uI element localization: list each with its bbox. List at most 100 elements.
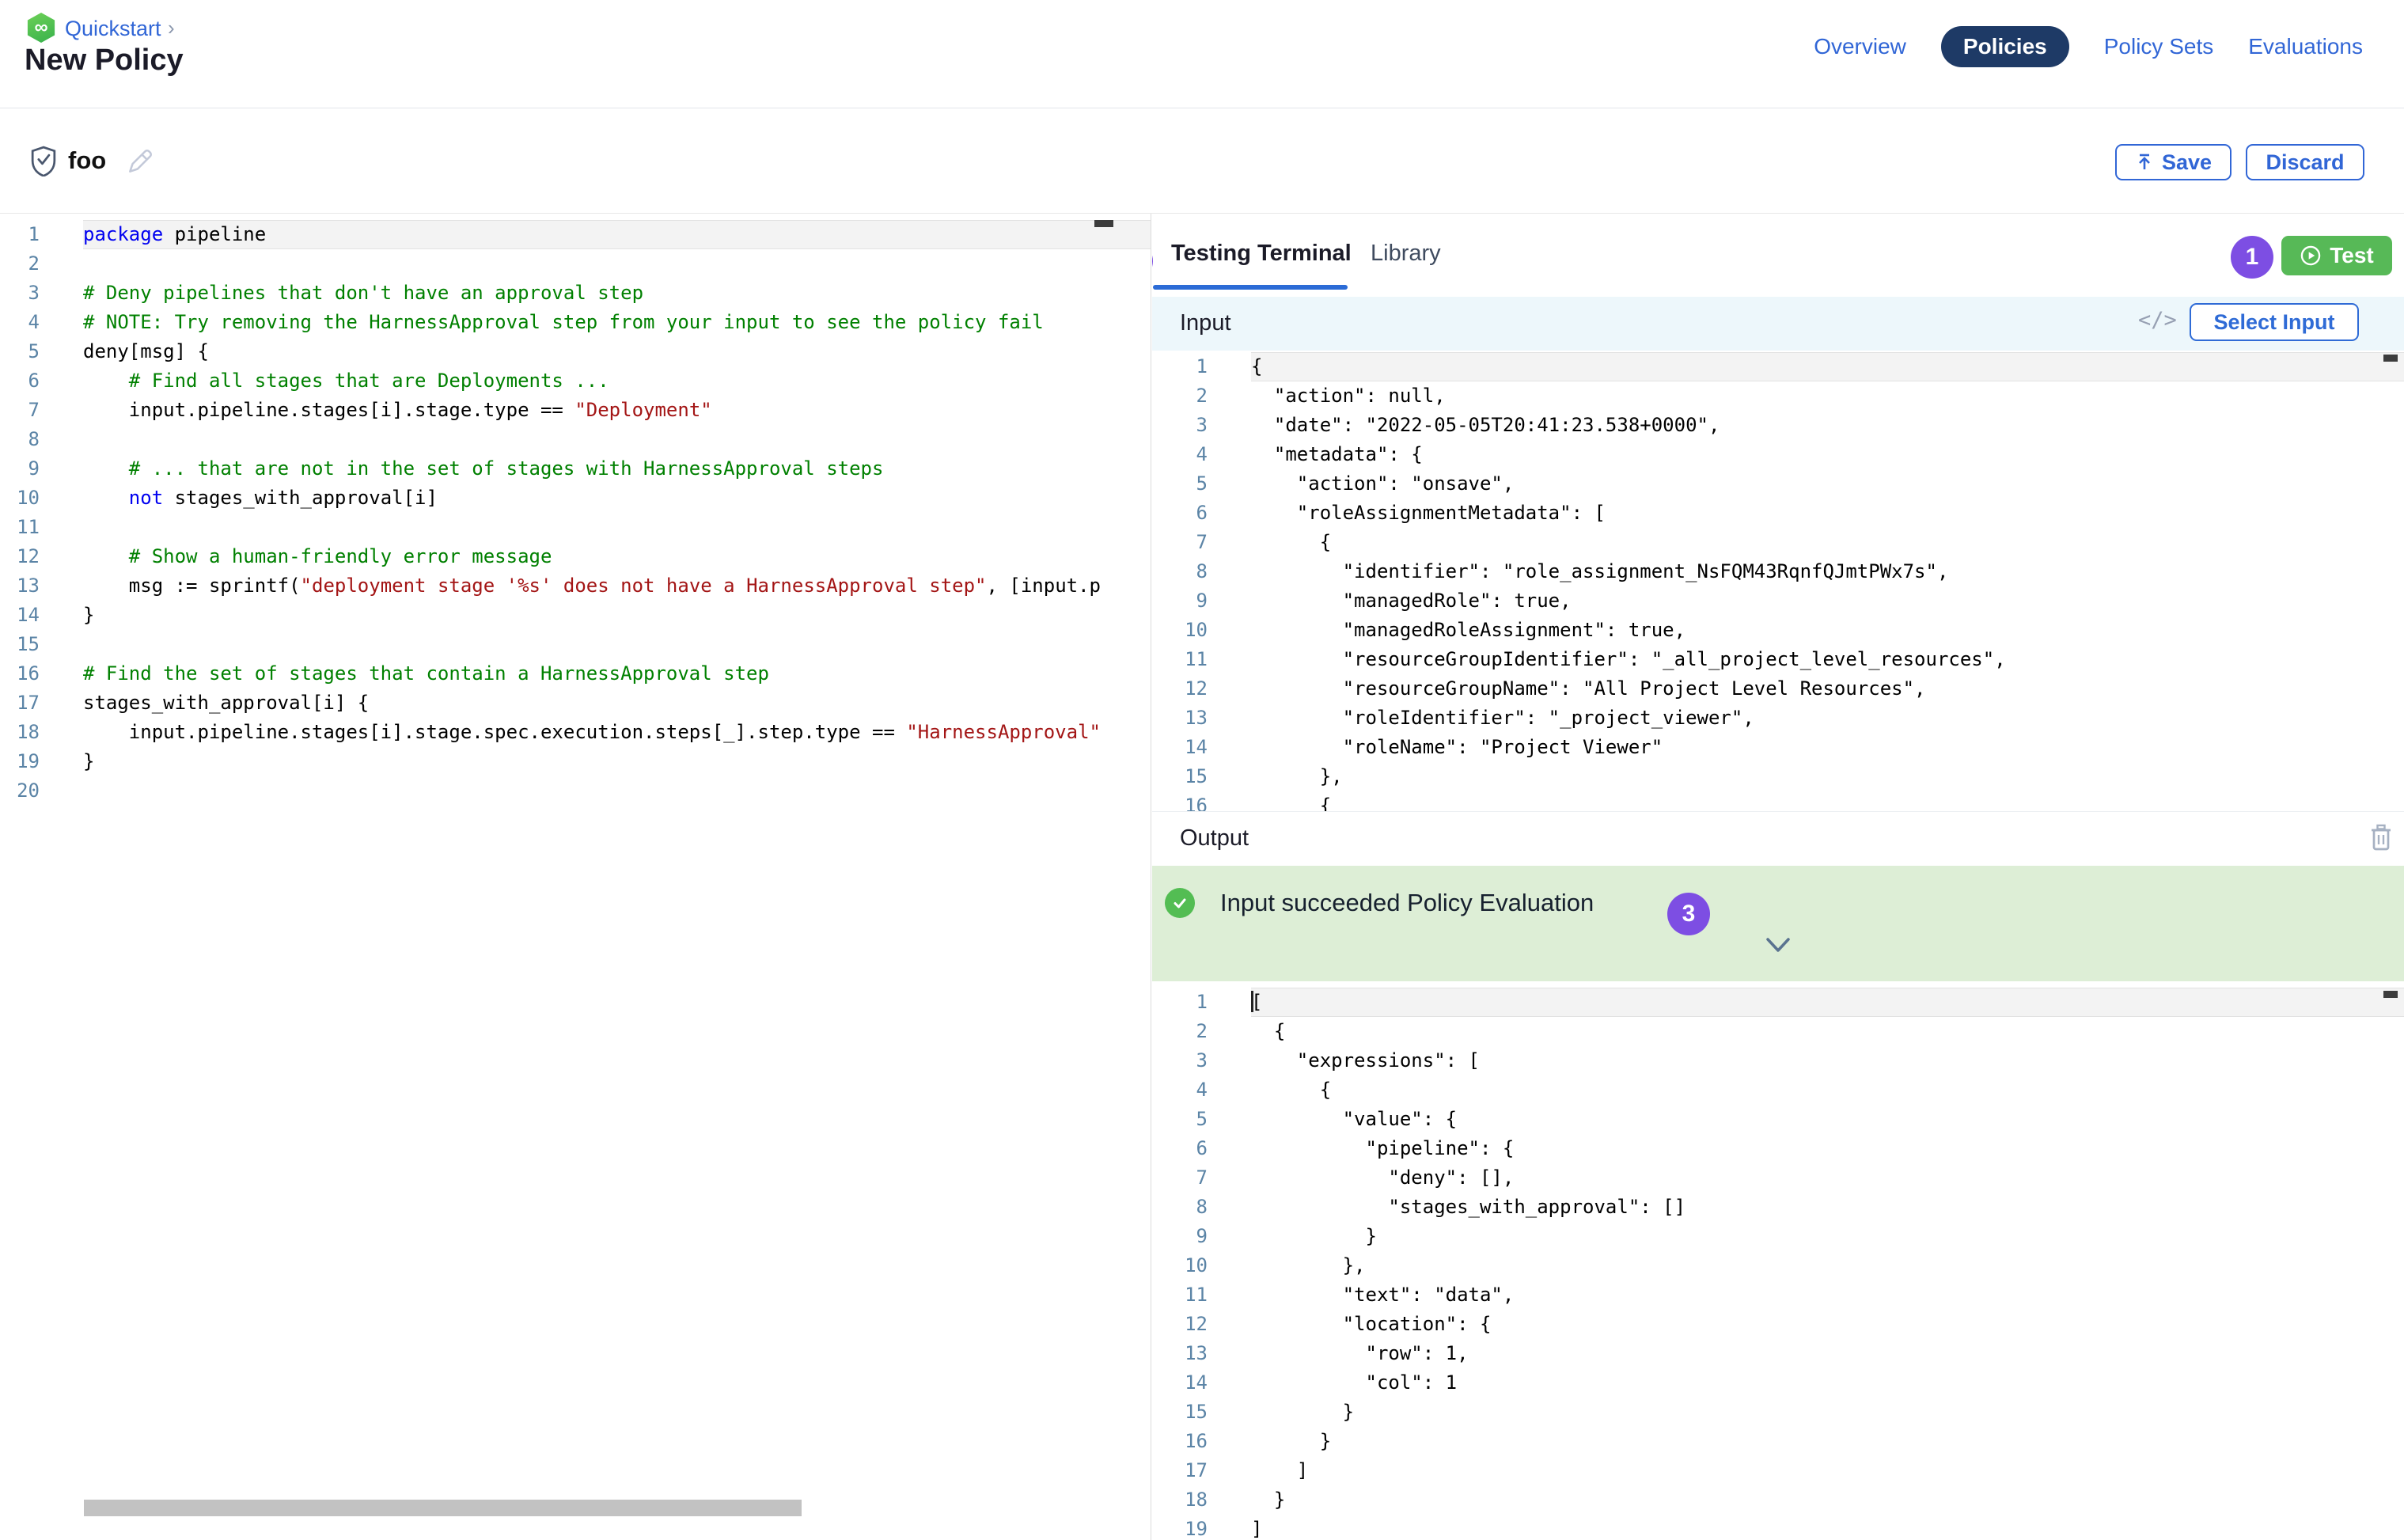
line-number: 6 [1152,499,1208,528]
code-text: deny[msg] { [83,337,1151,366]
line-number: 1 [1152,352,1208,381]
code-text [83,249,1151,279]
code-text: "managedRoleAssignment": true, [1251,616,2404,645]
code-text: "metadata": { [1251,440,2404,469]
line-number: 15 [1152,1398,1208,1427]
line-number: 5 [0,337,40,366]
input-json-editor[interactable]: 1 {2 "action": null,3 "date": "2022-05-05… [1152,352,2404,811]
text-cursor [1251,991,1253,1012]
code-line: 2 [0,249,1151,279]
code-line: 10 not stages_with_approval[i] [0,484,1151,513]
line-number: 14 [0,601,40,630]
nav-tab-policy-sets[interactable]: Policy Sets [2104,34,2214,59]
page-header: ∞ Quickstart › New Policy Overview Polic… [0,0,2404,108]
line-number: 9 [0,454,40,484]
code-text: "text": "data", [1251,1280,2404,1310]
top-nav: Overview Policies Policy Sets Evaluation… [1814,26,2363,67]
code-line: 3 "date": "2022-05-05T20:41:23.538+0000"… [1152,411,2404,440]
line-number: 19 [0,747,40,776]
code-text: } [1251,1398,2404,1427]
code-text: "row": 1, [1251,1339,2404,1368]
code-text: "resourceGroupName": "All Project Level … [1251,674,2404,704]
save-button[interactable]: Save [2115,144,2231,180]
code-line: 9 } [1152,1222,2404,1251]
active-tab-underline [1153,285,1348,290]
select-input-button[interactable]: Select Input [2190,303,2359,341]
code-text: { [1251,528,2404,557]
output-json-editor[interactable]: 1[2 {3 "expressions": [4 {5 "value": {6 … [1152,988,2404,1540]
code-line: 12 "location": { [1152,1310,2404,1339]
code-text: # Find all stages that are Deployments .… [83,366,1151,396]
test-button[interactable]: Test [2281,236,2392,275]
line-number: 1 [1152,988,1208,1017]
code-line: 6 # Find all stages that are Deployments… [0,366,1151,396]
line-number: 3 [0,279,40,308]
line-number: 8 [1152,1193,1208,1222]
step-badge-2: 2 [1152,240,1153,283]
line-number: 16 [0,659,40,688]
nav-tab-overview[interactable]: Overview [1814,34,1906,59]
line-number: 3 [1152,1046,1208,1075]
code-text: { [1251,791,2404,811]
upload-arrow-icon [2135,153,2154,172]
code-text: ] [1251,1515,2404,1540]
line-number: 12 [1152,674,1208,704]
edit-pencil-icon[interactable] [125,146,155,176]
clear-output-trash-icon[interactable] [2369,823,2393,852]
code-line: 15 } [1152,1398,2404,1427]
minimap-slider[interactable] [2383,355,2398,362]
code-text: { [1251,1075,2404,1105]
evaluation-success-banner: Input succeeded Policy Evaluation 3 [1152,866,2404,981]
terminal-tabs-row: Testing Terminal Library 2 1 Test [1152,214,2404,297]
minimap-slider[interactable] [2383,991,2398,998]
minimap-slider[interactable] [1094,220,1113,227]
code-text: "date": "2022-05-05T20:41:23.538+0000", [1251,411,2404,440]
code-line: 18 input.pipeline.stages[i].stage.spec.e… [0,718,1151,747]
code-line: 18 } [1152,1485,2404,1515]
code-line: 10 }, [1152,1251,2404,1280]
line-number: 11 [0,513,40,542]
breadcrumb-project-link[interactable]: Quickstart [65,17,161,41]
code-line: 9 # ... that are not in the set of stage… [0,454,1151,484]
tab-testing-terminal[interactable]: Testing Terminal [1171,241,1352,267]
code-brackets-icon[interactable]: </> [2138,308,2177,332]
line-number: 13 [1152,1339,1208,1368]
code-line: 12 "resourceGroupName": "All Project Lev… [1152,674,2404,704]
policy-code-editor[interactable]: 1package pipeline23# Deny pipelines that… [0,220,1151,1534]
line-number: 10 [0,484,40,513]
code-text [83,425,1151,454]
save-button-label: Save [2162,150,2212,175]
line-number: 4 [1152,1075,1208,1105]
line-number: 13 [0,571,40,601]
code-text: # Find the set of stages that contain a … [83,659,1151,688]
code-text: # Show a human-friendly error message [83,542,1151,571]
horizontal-scrollbar[interactable] [84,1500,802,1516]
line-number: 13 [1152,704,1208,733]
code-text: [ [1251,988,2404,1017]
code-line: 12 # Show a human-friendly error message [0,542,1151,571]
code-line: 14 "roleName": "Project Viewer" [1152,733,2404,762]
code-text: "value": { [1251,1105,2404,1134]
code-text: { [1251,352,2404,381]
line-number: 18 [0,718,40,747]
code-line: 11 "text": "data", [1152,1280,2404,1310]
code-line: 2 "action": null, [1152,381,2404,411]
nav-tab-evaluations[interactable]: Evaluations [2248,34,2363,59]
line-number: 2 [1152,381,1208,411]
shield-check-icon [28,145,59,176]
policy-name: foo [68,146,106,175]
code-line: 11 "resourceGroupIdentifier": "_all_proj… [1152,645,2404,674]
code-line: 7 input.pipeline.stages[i].stage.type ==… [0,396,1151,425]
discard-button[interactable]: Discard [2246,144,2364,180]
code-text: "pipeline": { [1251,1134,2404,1163]
line-number: 10 [1152,616,1208,645]
code-line: 19] [1152,1515,2404,1540]
chevron-down-icon[interactable] [1761,935,1795,954]
nav-tab-policies[interactable]: Policies [1941,26,2069,67]
code-text [83,513,1151,542]
code-line: 11 [0,513,1151,542]
code-text: # ... that are not in the set of stages … [83,454,1151,484]
code-text: { [1251,1017,2404,1046]
code-line: 5 "action": "onsave", [1152,469,2404,499]
tab-library[interactable]: Library [1371,241,1441,267]
